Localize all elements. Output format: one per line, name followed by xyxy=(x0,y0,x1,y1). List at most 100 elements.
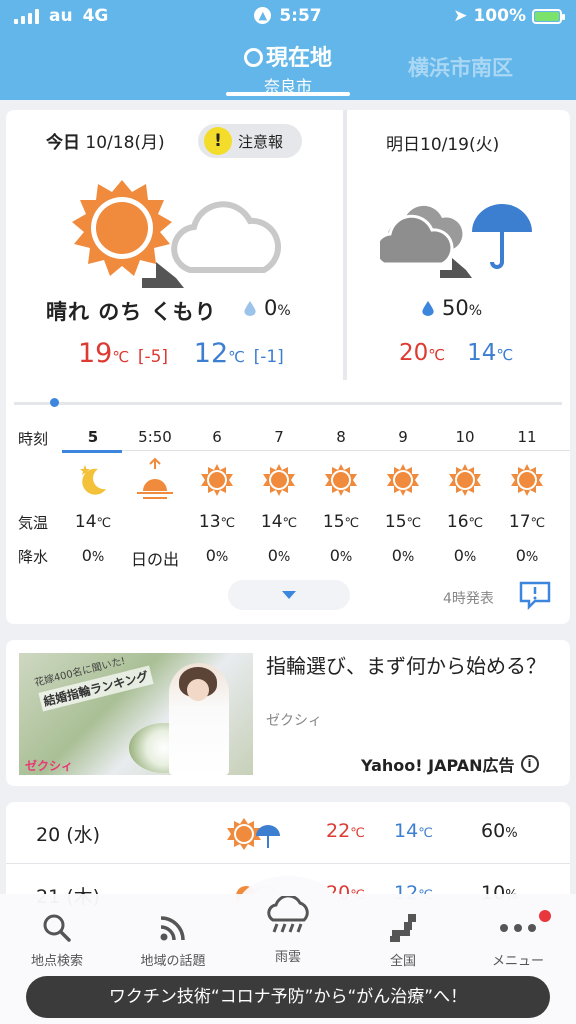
today-low-diff: [-1] xyxy=(253,347,284,367)
hour-time: 8 xyxy=(336,428,346,446)
cloud-icon xyxy=(171,201,282,273)
hour-precip-value: 0 xyxy=(391,546,402,565)
hour-precip: 0% xyxy=(248,546,310,565)
hour-column: 8 15℃ 0% xyxy=(310,428,372,565)
ad-source: ゼクシィ xyxy=(266,713,322,729)
week-pop: 60 xyxy=(481,820,506,842)
warning-icon: ! xyxy=(204,127,232,155)
ad-image[interactable]: 花嫁400名に聞いた! 結婚指輪ランキング ゼクシィ xyxy=(19,653,253,775)
hour-precip: 日の出 xyxy=(118,546,192,568)
hourly-scroll-track[interactable] xyxy=(14,402,562,405)
hour-precip-unit: % xyxy=(91,550,105,565)
forecast-card: 今日 10/18(月) ! 注意報 明日10/19(火) 晴れ のち くもり 0… xyxy=(6,110,570,624)
nav-search[interactable]: 地点検索 xyxy=(2,910,112,969)
hour-precip-unit: % xyxy=(525,550,539,565)
week-row[interactable]: 20 (水) 22℃ 14℃ 60% xyxy=(6,802,570,864)
sunrise-icon xyxy=(124,454,186,506)
hour-column: 10 16℃ 0% xyxy=(434,428,496,565)
week-high: 22 xyxy=(326,820,351,842)
nav-label: 地域の話題 xyxy=(140,954,206,969)
hour-time: 6 xyxy=(212,428,222,446)
nav-national[interactable]: 全国 xyxy=(348,910,458,969)
hour-temp-value: 16 xyxy=(446,512,469,532)
feedback-icon[interactable] xyxy=(518,580,552,614)
hour-precip-value: 0 xyxy=(205,546,216,565)
hour-precip: 0% xyxy=(434,546,496,565)
sun-umbrella-icon xyxy=(226,816,286,856)
current-tab-title: 現在地 xyxy=(265,46,332,71)
sun-icon xyxy=(372,454,434,506)
hour-column: 7 14℃ 0% xyxy=(248,428,310,565)
rss-icon xyxy=(118,910,228,946)
today-precip-value: 0 xyxy=(264,296,278,320)
sun-icon xyxy=(72,180,172,276)
tomorrow-high-unit: ℃ xyxy=(428,346,446,364)
battery-percent: 100% xyxy=(473,6,526,26)
hour-precip: 0% xyxy=(496,546,558,565)
ad-label-text: Yahoo! JAPAN広告 xyxy=(361,756,515,775)
today-weather-icon xyxy=(72,178,282,294)
row-label-precip: 降水 xyxy=(18,548,49,566)
today-temps: 19℃ [-5] 12℃ [-1] xyxy=(78,338,284,369)
hour-precip: 0% xyxy=(62,546,124,565)
nav-topics[interactable]: 地域の話題 xyxy=(118,910,228,969)
nav-label: 全国 xyxy=(389,954,416,969)
hour-precip: 0% xyxy=(310,546,372,565)
nav-menu[interactable]: メニュー xyxy=(463,910,573,969)
hour-temp-unit: ℃ xyxy=(530,516,546,531)
divider xyxy=(343,110,347,380)
raindrop-icon xyxy=(244,300,256,316)
tab-yokohama[interactable]: 横浜市南区 xyxy=(408,52,513,82)
tomorrow-low: 14 xyxy=(467,340,497,366)
hour-precip: 0% xyxy=(186,546,248,565)
clouds-icon xyxy=(374,205,463,266)
status-bar: au 4G ▲ 5:57 ➤ 100% xyxy=(0,0,576,32)
hour-column: 6 13℃ 0% xyxy=(186,428,248,565)
row-label-temp: 気温 xyxy=(18,514,49,532)
current-location-icon xyxy=(243,48,263,67)
nav-label: 地点検索 xyxy=(30,954,83,969)
japan-map-icon xyxy=(348,910,458,946)
hour-precip: 0% xyxy=(372,546,434,565)
today-precip: 0% xyxy=(244,296,291,320)
news-toast[interactable]: ワクチン技術“コロナ予防”から“がん治療”へ！ xyxy=(26,976,550,1018)
issued-time: 4時発表 xyxy=(443,591,494,607)
hour-precip-value: 0 xyxy=(515,546,526,565)
hourly-scroll-thumb[interactable] xyxy=(50,398,59,407)
tab-current-location[interactable]: 現在地 奈良市 xyxy=(226,40,350,97)
hour-temp-value: 15 xyxy=(322,512,345,532)
nav-label: 雨雲 xyxy=(274,950,301,965)
tomorrow-temps: 20℃ 14℃ xyxy=(399,340,513,366)
today-date-text: 10/18(月) xyxy=(85,133,165,153)
hour-precip-unit: % xyxy=(339,550,353,565)
hour-temp-value: 15 xyxy=(384,512,407,532)
ad-card[interactable]: 花嫁400名に聞いた! 結婚指輪ランキング ゼクシィ 指輪選び、まず何から始める… xyxy=(6,640,570,786)
hour-temp: 13℃ xyxy=(186,512,248,536)
raindrop-icon xyxy=(422,300,434,316)
week-pop-unit: % xyxy=(505,826,518,841)
hour-temp-unit: ℃ xyxy=(344,516,360,531)
hour-precip-unit: % xyxy=(463,550,477,565)
rain-cloud-icon xyxy=(233,890,343,942)
hour-temp-unit: ℃ xyxy=(406,516,422,531)
hour-temp xyxy=(124,512,186,536)
location-tabs: 現在地 奈良市 横浜市南区 xyxy=(0,36,576,100)
alert-badge[interactable]: ! 注意報 xyxy=(198,124,302,158)
nav-rain-radar[interactable]: 雨雲 xyxy=(233,890,343,965)
hour-temp-value: 14 xyxy=(74,512,97,532)
expand-hourly-button[interactable] xyxy=(228,580,350,610)
nav-label: メニュー xyxy=(491,954,544,969)
week-date: 20 (水) xyxy=(36,824,101,846)
ad-title[interactable]: 指輪選び、まず何から始める？ xyxy=(266,652,556,680)
tomorrow-date-text: 10/19(火) xyxy=(420,135,500,155)
hour-column: 11 17℃ 0% xyxy=(496,428,558,565)
hourly-forecast[interactable]: 5 14℃ 0% 5:50 日の出 6 13℃ 0% 7 14℃ 0% 8 15℃ 0% 9 15℃ 0% 10 1… xyxy=(62,428,570,568)
hour-temp: 17℃ xyxy=(496,512,558,536)
today-high-diff: [-5] xyxy=(137,347,169,367)
today-condition: 晴れ のち くもり xyxy=(46,300,217,324)
navigation-arrow-icon: ➤ xyxy=(453,6,468,26)
info-icon[interactable]: i xyxy=(520,755,539,773)
hour-temp: 15℃ xyxy=(310,512,372,536)
ad-label: Yahoo! JAPAN広告 i xyxy=(361,752,539,776)
tomorrow-precip-value: 50 xyxy=(442,296,469,320)
